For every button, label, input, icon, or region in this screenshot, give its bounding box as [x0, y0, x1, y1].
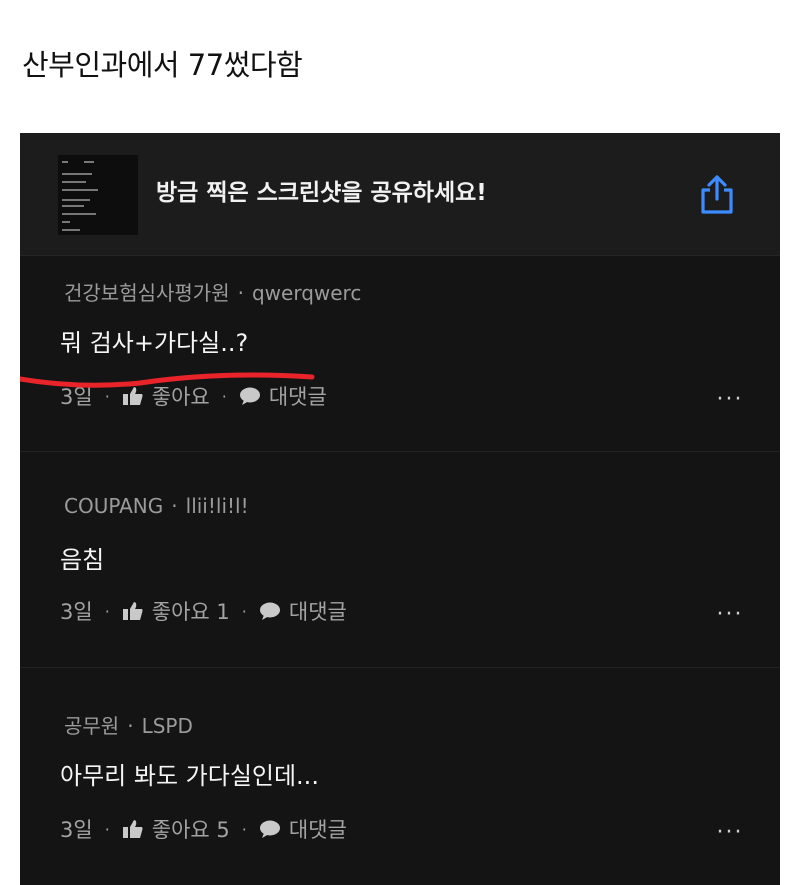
meta-separator: · — [171, 494, 178, 518]
like-button[interactable]: 좋아요 1 — [152, 596, 230, 626]
comment-meta: COUPANG · llii!li!l! — [64, 494, 249, 518]
comment-item: COUPANG · llii!li!l! 음침 3일 · 좋아요 1 · 대댓글 ·… — [20, 451, 780, 668]
action-separator: · — [241, 819, 247, 839]
red-annotation-line — [20, 372, 315, 388]
action-separator: · — [104, 601, 110, 621]
comment-item: 건강보험심사평가원 · qwerqwerc 뭐 검사+가다실..? 3일 · 좋아요… — [20, 255, 780, 451]
meta-separator: · — [127, 714, 134, 738]
comment-body: 음침 — [60, 546, 105, 574]
comment-body: 아무리 봐도 가다실인데... — [60, 762, 319, 790]
screenshot-image: 방금 찍은 스크린샷을 공유하세요! 건강보험심사평가원 · qwerqwerc 뭐… — [20, 133, 780, 885]
comment-username[interactable]: LSPD — [142, 714, 193, 738]
reply-button[interactable]: 대댓글 — [289, 814, 347, 844]
action-separator: · — [104, 819, 110, 839]
share-prompt-text: 방금 찍은 스크린샷을 공유하세요! — [156, 180, 487, 206]
reply-bubble-icon[interactable] — [259, 601, 281, 621]
reply-bubble-icon[interactable] — [259, 819, 281, 839]
comment-body: 뭐 검사+가다실..? — [60, 329, 249, 357]
comment-meta: 공무원 · LSPD — [64, 710, 193, 739]
screenshot-thumbnail[interactable] — [58, 155, 138, 235]
meta-separator: · — [237, 281, 244, 305]
comment-author[interactable]: 공무원 — [64, 714, 119, 738]
like-button[interactable]: 좋아요 5 — [152, 814, 230, 844]
comment-actions: 3일 · 좋아요 5 · 대댓글 — [60, 814, 347, 844]
comment-username[interactable]: qwerqwerc — [252, 281, 361, 305]
reply-button[interactable]: 대댓글 — [289, 596, 347, 626]
share-screenshot-bar[interactable]: 방금 찍은 스크린샷을 공유하세요! — [20, 133, 780, 256]
comment-time: 3일 — [60, 818, 93, 842]
comment-actions: 3일 · 좋아요 1 · 대댓글 — [60, 596, 347, 626]
thumbs-up-icon[interactable] — [122, 819, 144, 839]
comment-meta: 건강보험심사평가원 · qwerqwerc — [64, 277, 361, 306]
thumbs-up-icon[interactable] — [122, 601, 144, 621]
comment-item: 공무원 · LSPD 아무리 봐도 가다실인데... 3일 · 좋아요 5 · 대댓… — [20, 667, 780, 885]
action-separator: · — [241, 601, 247, 621]
comment-time: 3일 — [60, 600, 93, 624]
comment-username[interactable]: llii!li!l! — [186, 494, 249, 518]
more-options-button[interactable]: ··· — [710, 820, 750, 845]
post-title: 산부인과에서 77썼다함 — [22, 48, 303, 82]
more-options-button[interactable]: ··· — [710, 602, 750, 627]
comment-author[interactable]: COUPANG — [64, 494, 163, 518]
share-upload-icon[interactable] — [696, 173, 738, 215]
more-options-button[interactable]: ··· — [710, 387, 750, 412]
comment-author[interactable]: 건강보험심사평가원 — [64, 281, 230, 305]
